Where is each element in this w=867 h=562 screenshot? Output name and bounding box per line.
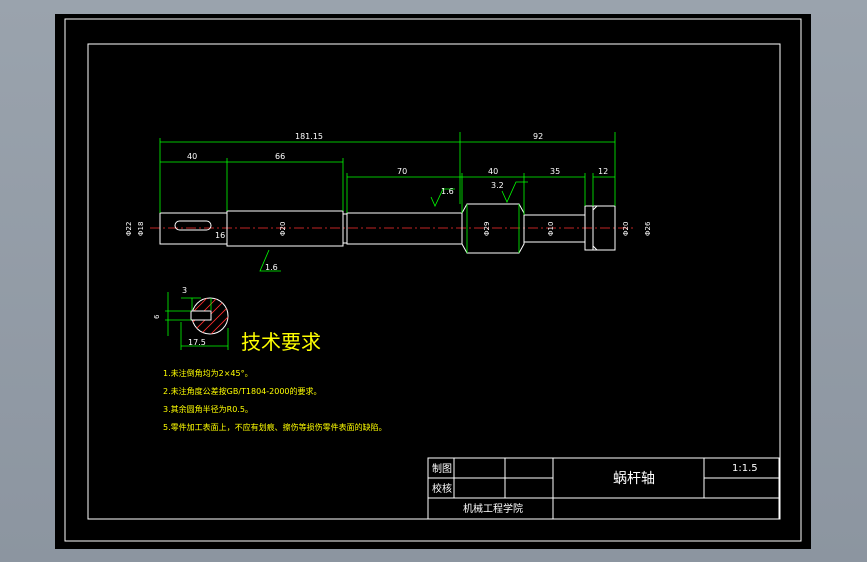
section-view [165, 292, 229, 350]
roughness-1: 1.6 [441, 187, 454, 196]
dim-66: 66 [275, 152, 285, 161]
dim-12: 12 [598, 167, 608, 176]
dim-40a: 40 [187, 152, 197, 161]
roughness-3: 1.6 [265, 263, 278, 272]
cad-drawing: 181.15 92 40 66 70 40 35 12 1.6 3.2 1.6 … [64, 18, 802, 542]
dim-overall-right: 92 [533, 132, 543, 141]
tech-requirements-title: 技术要求 [241, 330, 321, 354]
inner-frame [87, 43, 781, 520]
dim-key-length: 16 [215, 231, 225, 240]
dia-29: Φ29 [483, 222, 491, 236]
roughness-2: 3.2 [491, 181, 504, 190]
dia-22: Φ22 [125, 222, 133, 236]
tb-school: 机械工程学院 [463, 502, 523, 515]
tb-checked-label: 校核 [432, 482, 452, 495]
outer-frame [64, 18, 802, 542]
tech-requirement-2: 2.未注角度公差按GB/T1804-2000的要求。 [163, 386, 322, 396]
tech-requirement-3: 3.其余圆角半径为R0.5。 [163, 404, 253, 414]
cad-viewport[interactable]: 181.15 92 40 66 70 40 35 12 1.6 3.2 1.6 … [55, 14, 811, 549]
dia-26: Φ26 [644, 221, 652, 236]
dim-35: 35 [550, 167, 560, 176]
tb-scale: 1:1.5 [732, 463, 758, 474]
tech-requirement-4: 5.零件加工表面上，不应有划痕、擦伤等损伤零件表面的缺陷。 [163, 422, 387, 432]
dia-18: Φ18 [137, 222, 145, 236]
keyway [174, 220, 212, 231]
section-dim-top: 3 [182, 286, 187, 295]
dim-70: 70 [397, 167, 407, 176]
section-dim-bottom: 17.5 [188, 338, 206, 347]
tb-part-name: 蜗杆轴 [613, 471, 655, 487]
dia-20b: Φ20 [622, 222, 630, 236]
section-dim-left: 6 [153, 314, 161, 319]
tb-drawn-label: 制图 [432, 462, 452, 475]
dim-40b: 40 [488, 167, 498, 176]
dia-20a: Φ20 [279, 222, 287, 236]
tech-requirement-1: 1.未注倒角均为2×45°。 [163, 368, 253, 378]
horizontal-dimensions [159, 132, 616, 215]
dia-10: Φ10 [547, 222, 555, 236]
dim-overall-left: 181.15 [295, 132, 323, 141]
